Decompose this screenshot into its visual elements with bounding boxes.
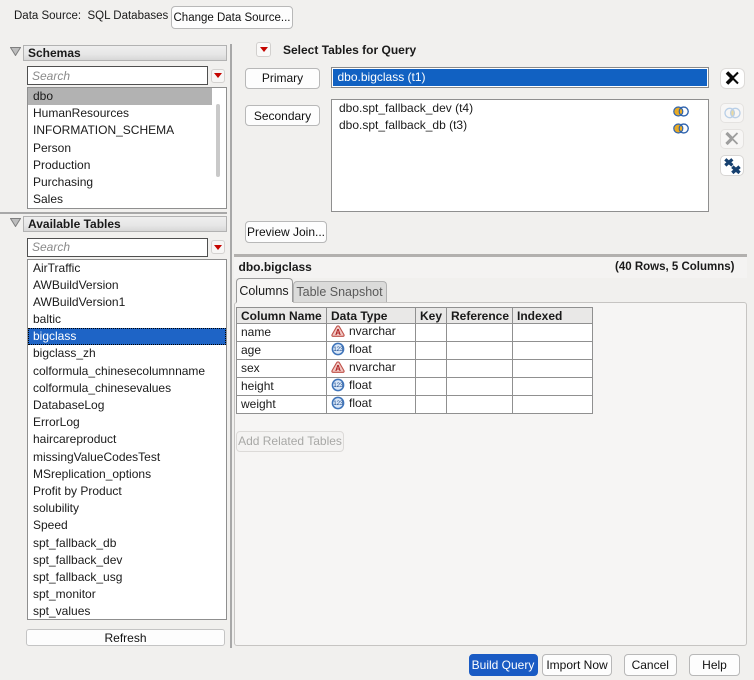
svg-text:123: 123 — [333, 382, 344, 389]
svg-text:A: A — [335, 364, 341, 373]
svg-text:123: 123 — [333, 346, 344, 353]
svg-text:123: 123 — [333, 400, 344, 407]
svg-text:A: A — [335, 329, 341, 338]
